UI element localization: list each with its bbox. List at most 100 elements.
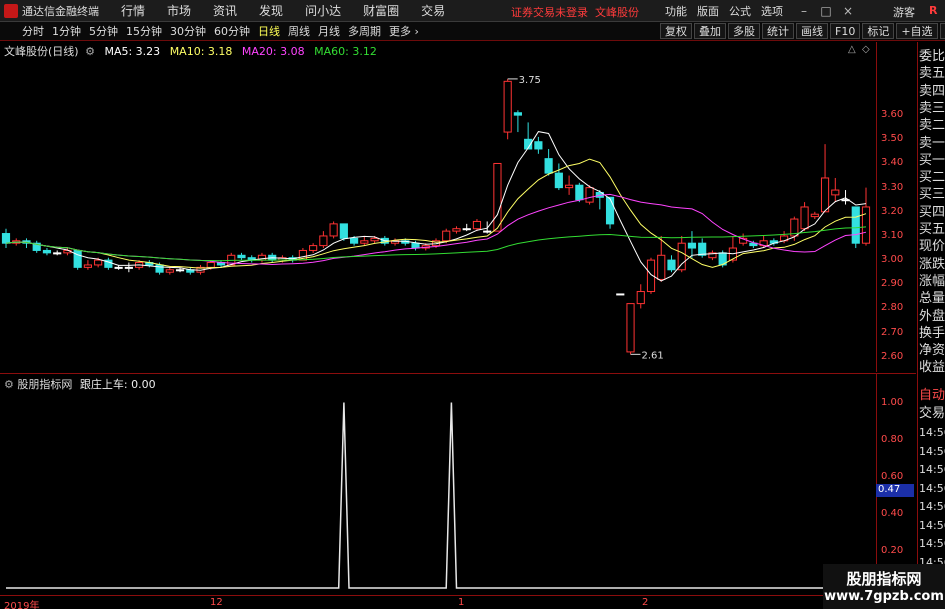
candle-body (698, 242, 707, 256)
indicator-name[interactable]: 股朋指标网 (17, 378, 72, 391)
login-status[interactable]: 证券交易未登录 文峰股份 (511, 4, 639, 20)
indicator-settings-icon[interactable]: ⚙ (4, 378, 14, 391)
tab-1min[interactable]: 1分钟 (48, 23, 85, 39)
indicator-header: ⚙ 股朋指标网 跟庄上车: 0.00 (4, 376, 156, 392)
date-label-year: 2019年 (4, 601, 40, 609)
indicator-svg[interactable] (0, 374, 876, 595)
quote-field-label[interactable]: 买四 (919, 201, 945, 220)
watermark-title: 股朋指标网 (846, 570, 922, 588)
tab-monthly[interactable]: 月线 (314, 23, 344, 39)
price-tick: 3.00 (881, 254, 904, 266)
menu-function[interactable]: 功能 (665, 3, 687, 19)
candle-body (554, 172, 563, 189)
maximize-icon[interactable]: □ (815, 3, 837, 19)
quote-field-label[interactable]: 换手 (919, 322, 945, 341)
candle-body (73, 249, 82, 268)
quote-field-label[interactable]: 卖三 (919, 97, 945, 116)
quote-field-label[interactable]: 卖五 (919, 62, 945, 81)
candle-body (1, 233, 11, 244)
current-stock-link[interactable]: 文峰股份 (595, 6, 639, 19)
guest-label[interactable]: 游客 (893, 4, 915, 20)
menu-item-exchange[interactable]: 市场 (167, 2, 191, 19)
menu-formula[interactable]: 公式 (729, 3, 751, 19)
tab-60min[interactable]: 60分钟 (210, 23, 254, 39)
ma10-label: MA10: 3.18 (169, 45, 233, 58)
price-axis: 2.60 2.70 2.80 2.90 3.00 3.10 3.20 3.30 3.40 3.50… (876, 42, 916, 372)
indicator-tick: 0.40 (881, 507, 904, 519)
quote-field-label[interactable]: 收益 (919, 356, 945, 375)
kline-svg[interactable]: 3.75 2.61 (0, 42, 876, 372)
stock-name[interactable]: 文峰股份(日线) (4, 45, 79, 58)
overlay-button[interactable]: 叠加 (694, 23, 726, 39)
indicator-tick: 0.60 (881, 470, 904, 482)
tab-weekly[interactable]: 周线 (284, 23, 314, 39)
login-status-text: 证券交易未登录 (511, 6, 588, 19)
candle-body (206, 262, 215, 268)
quote-field-label[interactable]: 卖二 (919, 114, 945, 133)
candle-body (452, 228, 461, 232)
menu-layout[interactable]: 版面 (697, 3, 719, 19)
statistics-button[interactable]: 统计 (762, 23, 794, 39)
quote-field-label[interactable]: 外盘 (919, 305, 945, 324)
price-annotation-label: 3.75 (519, 75, 541, 86)
quote-field-label[interactable]: 买三 (919, 183, 945, 202)
adjust-button[interactable]: 复权 (660, 23, 692, 39)
quote-field-label[interactable]: 买一 (919, 149, 945, 168)
back-button[interactable]: 返回 (939, 23, 945, 39)
candle-body (329, 223, 338, 237)
quote-field-label[interactable]: 卖一 (919, 132, 945, 151)
candle-body (626, 303, 635, 353)
add-watchlist-button[interactable]: +自选 (896, 23, 938, 39)
quote-field-label[interactable]: 买五 (919, 218, 945, 237)
diamond-icon[interactable]: ◇ (862, 44, 870, 55)
kline-chart[interactable]: 3.75 2.61 文峰股份(日线) ⚙ MA5: 3.23 MA10: 3.18… (0, 42, 876, 372)
menu-item-market[interactable]: 行情 (121, 2, 145, 19)
multi-stock-button[interactable]: 多股 (728, 23, 760, 39)
menu-options[interactable]: 选项 (761, 3, 783, 19)
price-tick: 3.50 (881, 133, 904, 145)
candle-body (575, 184, 584, 201)
menu-item-trade[interactable]: 交易 (421, 2, 445, 19)
candle-body (42, 249, 52, 254)
quote-field-label[interactable]: 买二 (919, 166, 945, 185)
price-tick: 3.10 (881, 229, 904, 241)
quote-field-label[interactable]: 现价 (919, 235, 945, 254)
price-tick: 3.20 (881, 205, 904, 217)
close-icon[interactable]: × (837, 3, 859, 19)
menu-item-ask[interactable]: 问小达 (305, 2, 341, 19)
menu-item-news[interactable]: 资讯 (213, 2, 237, 19)
indicator-chart[interactable]: ⚙ 股朋指标网 跟庄上车: 0.00 (0, 373, 876, 595)
quote-field-label[interactable]: 总量 (919, 287, 945, 306)
tab-30min[interactable]: 30分钟 (166, 23, 210, 39)
tab-5min[interactable]: 5分钟 (85, 23, 122, 39)
price-tick: 2.80 (881, 302, 904, 314)
tab-daily[interactable]: 日线 (254, 23, 284, 39)
tick-time: 14:56 (919, 518, 945, 532)
trade-button[interactable]: 交易 (919, 402, 945, 421)
quote-field-label[interactable]: 净资 (919, 339, 945, 358)
collapse-triangle-icon[interactable]: △ (848, 44, 856, 55)
quote-field-label[interactable]: 卖四 (919, 80, 945, 99)
tab-more[interactable]: 更多 › (385, 23, 423, 39)
f10-button[interactable]: F10 (830, 23, 861, 39)
quote-field-label[interactable]: 涨跌 (919, 253, 945, 272)
draw-line-button[interactable]: 画线 (796, 23, 828, 39)
menu-item-wealth[interactable]: 财富圈 (363, 2, 399, 19)
tick-time: 14:56 (919, 481, 945, 495)
menu-item-discover[interactable]: 发现 (259, 2, 283, 19)
quote-field-label[interactable]: 涨幅 (919, 270, 945, 289)
settings-gear-icon[interactable]: ⚙ (85, 45, 95, 58)
auto-trade-button[interactable]: 自动 (919, 384, 945, 403)
quote-side-panel: 委比 卖五 卖四 卖三 卖二 卖一 买一 买二 买三 买四 买五 现价 涨跌 涨幅 总量 外盘 换手 净资 收益自动… (917, 42, 945, 595)
period-toolbar: 分时 1分钟 5分钟 15分钟 30分钟 60分钟 日线 周线 月线 多周期 更… (0, 22, 945, 41)
quote-field-label[interactable]: 委比 (919, 45, 945, 64)
candle-body (810, 213, 819, 218)
candle-body (667, 259, 676, 271)
indicator-tick: 0.80 (881, 433, 904, 445)
tab-intraday[interactable]: 分时 (18, 23, 48, 39)
tab-15min[interactable]: 15分钟 (122, 23, 166, 39)
minimize-icon[interactable]: – (793, 3, 815, 19)
mark-button[interactable]: 标记 (862, 23, 895, 39)
title-bar: 通达信金融终端 行情 市场 资讯 发现 问小达 财富圈 交易 证券交易未登录 文… (0, 0, 945, 22)
tab-multi-period[interactable]: 多周期 (344, 23, 385, 39)
